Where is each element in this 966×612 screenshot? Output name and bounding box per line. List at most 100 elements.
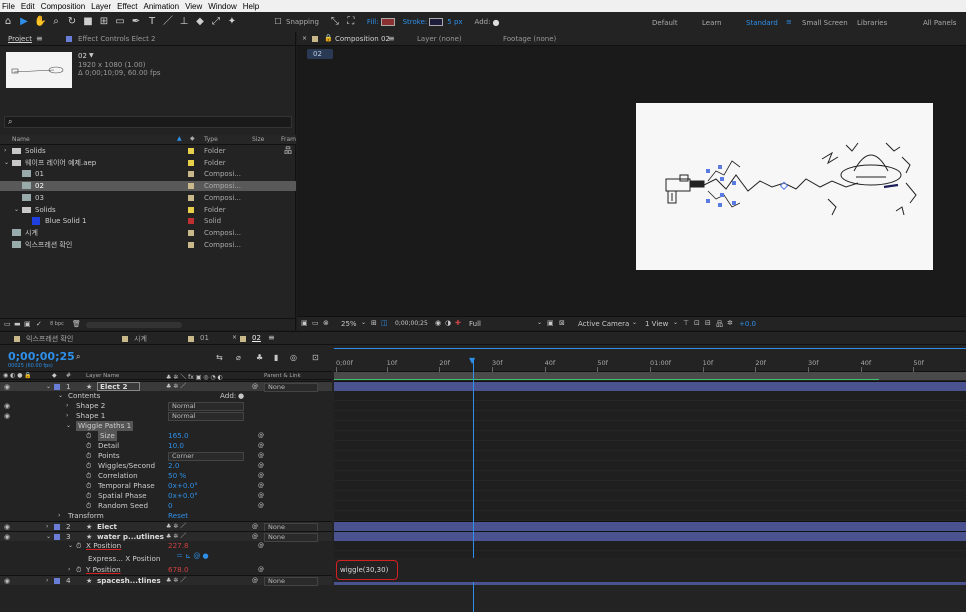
workspace-standard[interactable]: Standard: [746, 19, 778, 27]
property-row[interactable]: ⌄ Wiggle Paths 1: [0, 421, 332, 431]
vr-icon[interactable]: ⊗: [323, 319, 329, 327]
property-row[interactable]: › Transform Reset: [0, 511, 332, 521]
puppet-tool-icon[interactable]: ✦: [226, 16, 238, 28]
property-value[interactable]: 10.0: [168, 441, 184, 451]
pickwhip-icon[interactable]: @: [258, 441, 264, 451]
footage-tab[interactable]: Footage (none): [503, 35, 556, 43]
eraser-tool-icon[interactable]: ◆: [194, 16, 206, 28]
fast-preview-icon[interactable]: ⊡: [694, 319, 700, 327]
property-value[interactable]: 0x+0.0°: [168, 491, 198, 501]
add-button-icon[interactable]: ●: [492, 18, 499, 27]
property-select[interactable]: Normal: [168, 402, 244, 411]
stopwatch-icon[interactable]: ⏱: [86, 471, 91, 481]
comp-timecode[interactable]: 0;00;00;25: [395, 320, 428, 327]
selection-tool-icon[interactable]: ▶: [18, 16, 30, 28]
layer-label-swatch[interactable]: [54, 384, 60, 390]
property-row[interactable]: ⌄ ⏱ X Position 227.8 @ ＝ ⊾ @ ●: [0, 541, 332, 560]
property-row[interactable]: ⏱ Temporal Phase 0x+0.0° @: [0, 481, 332, 491]
lock-icon[interactable]: 🔒: [324, 34, 333, 42]
property-value[interactable]: 50 %: [168, 471, 186, 481]
rectangle-tool-icon[interactable]: ▭: [114, 16, 126, 28]
property-value[interactable]: Reset: [168, 511, 188, 521]
resolution-value[interactable]: Full: [469, 320, 481, 328]
snap-options-icon[interactable]: ⛶: [345, 16, 357, 28]
snap-icon[interactable]: ⤡: [329, 16, 341, 28]
twirl-arrow-icon[interactable]: ›: [68, 565, 70, 575]
layer-label-swatch[interactable]: [54, 578, 60, 584]
effect-controls-tab[interactable]: Effect Controls Elect 2: [78, 35, 156, 43]
layer-row[interactable]: ◉ ⌄ 1 ★ Elect 2 ♣ ✲ ／ @ None: [0, 381, 332, 392]
property-select[interactable]: Normal: [168, 412, 244, 421]
project-item[interactable]: 익스프레션 확인 Composi...: [0, 240, 296, 250]
workspace-learn[interactable]: Learn: [702, 19, 722, 27]
exposure-icon[interactable]: ✲: [727, 319, 733, 327]
current-time[interactable]: 0;00;00;25: [8, 350, 75, 363]
roto-brush-tool-icon[interactable]: ⤢: [210, 16, 222, 28]
twirl-arrow-icon[interactable]: ⌄: [58, 391, 63, 401]
menu-help[interactable]: Help: [243, 2, 259, 11]
close-tab-icon[interactable]: ×: [302, 35, 307, 42]
type-tool-icon[interactable]: T: [146, 16, 158, 28]
workspace-default[interactable]: Default: [652, 19, 678, 27]
zoom-dropdown-icon[interactable]: ⌄: [361, 319, 366, 326]
mask-icon[interactable]: ◫: [381, 319, 388, 327]
menu-edit[interactable]: Edit: [21, 2, 35, 11]
pickwhip-icon[interactable]: @: [252, 576, 258, 586]
camera-dropdown-icon[interactable]: ⌄: [632, 319, 637, 326]
menu-layer[interactable]: Layer: [91, 2, 111, 11]
visibility-eye-icon[interactable]: ◉: [4, 411, 10, 421]
expression-editor[interactable]: [334, 558, 966, 582]
layer-duration-bar[interactable]: [334, 521, 966, 531]
project-item[interactable]: › Solids Folder: [0, 146, 296, 156]
label-swatch[interactable]: [188, 183, 194, 190]
stopwatch-icon[interactable]: ⏱: [86, 461, 91, 471]
graph-editor-icon[interactable]: ⊡: [312, 353, 319, 362]
motion-blur-icon[interactable]: ◎: [290, 353, 297, 362]
property-value[interactable]: 165.0: [168, 431, 189, 441]
pickwhip-icon[interactable]: @: [258, 501, 264, 511]
label-swatch[interactable]: [188, 171, 194, 178]
brush-tool-icon[interactable]: ／: [162, 16, 174, 28]
menu-file[interactable]: File: [2, 2, 15, 11]
zoom-value[interactable]: 25%: [341, 320, 357, 328]
view-value[interactable]: 1 View: [645, 320, 668, 328]
rotate-tool-icon[interactable]: ↻: [66, 16, 78, 28]
project-item[interactable]: ⌄ 웨이프 레이어 예제.aep Folder: [0, 158, 296, 168]
project-tab-menu-icon[interactable]: ≡: [36, 34, 43, 43]
pickwhip-icon[interactable]: @: [258, 565, 264, 575]
col-name[interactable]: Name: [12, 136, 30, 143]
menu-effect[interactable]: Effect: [117, 2, 137, 11]
pen-tool-icon[interactable]: ✒: [130, 16, 142, 28]
twirl-arrow-icon[interactable]: ›: [58, 511, 60, 521]
label-swatch[interactable]: [188, 194, 194, 201]
parent-header[interactable]: Parent & Link: [264, 373, 301, 379]
exposure-value[interactable]: +0.0: [739, 320, 756, 328]
property-value[interactable]: 227.8: [168, 541, 189, 551]
stopwatch-icon[interactable]: ⏱: [86, 491, 91, 501]
layer-row[interactable]: ◉ ⌄ 3 ★ water p...utlines ♣ ✲ ／ @ None: [0, 531, 332, 542]
layer-label-swatch[interactable]: [54, 534, 60, 540]
layer-name[interactable]: Elect 2: [97, 382, 141, 391]
zoom-tool-icon[interactable]: ⌕: [50, 16, 62, 28]
project-item[interactable]: ⌄ Solids Folder: [0, 205, 296, 215]
property-row[interactable]: ⏱ Random Seed 0 @: [0, 501, 332, 511]
expand-arrow-icon[interactable]: ›: [4, 146, 6, 156]
project-item[interactable]: 시계 Composi...: [0, 228, 296, 238]
expand-arrow-icon[interactable]: ⌄: [14, 205, 19, 215]
stopwatch-icon[interactable]: ⏱: [76, 541, 81, 551]
property-row[interactable]: ◉ › Shape 2 Normal: [0, 401, 332, 411]
property-row[interactable]: ⌄ Contents Add: ●: [0, 391, 332, 401]
property-select[interactable]: Corner: [168, 452, 244, 461]
layer-duration-bar[interactable]: [334, 531, 966, 541]
layer-name-header[interactable]: Layer Name: [86, 373, 119, 379]
project-item[interactable]: 02 Composi...: [0, 181, 296, 192]
col-type[interactable]: Type: [204, 136, 218, 143]
layer-switches-icons[interactable]: ♣ ✲ ／: [166, 576, 186, 586]
home-icon[interactable]: ⌂: [2, 16, 14, 28]
property-row[interactable]: ⏱ Detail 10.0 @: [0, 441, 332, 451]
bpc-label[interactable]: 8 bpc: [50, 321, 64, 327]
label-swatch[interactable]: [188, 159, 194, 166]
stopwatch-icon[interactable]: ⏱: [86, 451, 91, 461]
view-dropdown-icon[interactable]: ⌄: [673, 319, 678, 326]
col-frame[interactable]: Fram: [281, 136, 296, 143]
